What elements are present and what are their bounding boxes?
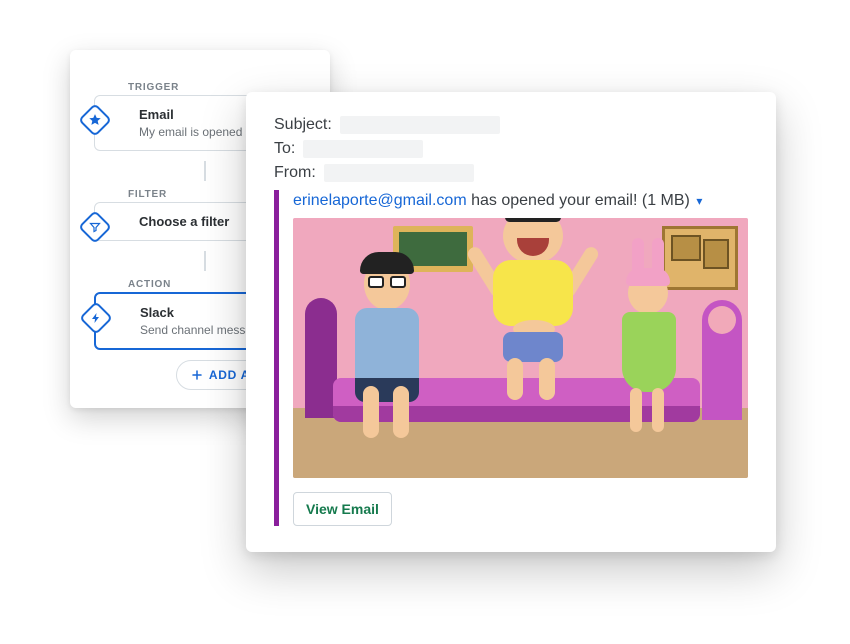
from-value-placeholder <box>324 164 474 182</box>
bolt-icon <box>79 301 113 335</box>
star-icon <box>78 103 112 137</box>
character-louise <box>608 272 688 442</box>
to-value-placeholder <box>303 140 423 158</box>
subject-value-placeholder <box>340 116 500 134</box>
header-to-row: To: <box>274 140 748 158</box>
view-email-button[interactable]: View Email <box>293 492 392 526</box>
from-label: From: <box>274 164 316 182</box>
connector-line <box>204 251 206 271</box>
gif-preview <box>293 218 748 478</box>
header-from-row: From: <box>274 164 748 182</box>
email-link[interactable]: erinelaporte@gmail.com <box>293 192 467 209</box>
attachment-title: erinelaporte@gmail.com has opened your e… <box>293 192 748 210</box>
notification-card: Subject: To: From: erinelaporte@gmail.co… <box>246 92 776 552</box>
header-subject-row: Subject: <box>274 116 748 134</box>
slack-attachment: erinelaporte@gmail.com has opened your e… <box>274 190 748 526</box>
funnel-icon <box>78 210 112 244</box>
character-tina <box>345 258 429 448</box>
to-label: To: <box>274 140 295 158</box>
subject-label: Subject: <box>274 116 332 134</box>
plus-icon <box>191 369 203 381</box>
character-gene <box>473 218 593 408</box>
attachment-title-rest: has opened your email! (1 MB) <box>467 192 690 209</box>
connector-line <box>204 161 206 181</box>
chevron-down-icon[interactable]: ▾ <box>694 194 702 208</box>
